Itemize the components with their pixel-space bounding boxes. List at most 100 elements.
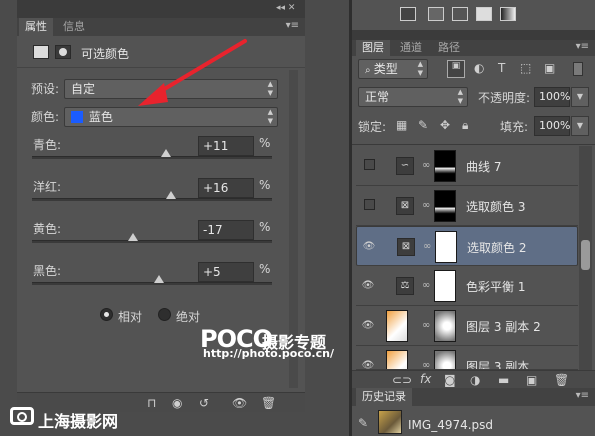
- color-balance-icon[interactable]: [452, 7, 468, 21]
- slider-thumb[interactable]: [161, 149, 171, 157]
- clip-to-layer-icon[interactable]: ⊓: [147, 396, 156, 410]
- layer-mask-thumbnail: [434, 310, 456, 342]
- slider-thumb[interactable]: [166, 191, 176, 199]
- visibility-toggle[interactable]: [364, 159, 375, 170]
- adjustment-title: 可选颜色: [81, 47, 130, 61]
- tab-paths[interactable]: 路径: [432, 40, 466, 56]
- link-icon: ∞: [422, 160, 431, 171]
- visibility-eye-icon[interactable]: 👁: [232, 396, 247, 410]
- tab-channels[interactable]: 通道: [394, 40, 428, 56]
- slider-thumb[interactable]: [128, 233, 138, 241]
- slider-label: 黄色:: [33, 222, 62, 236]
- slider-track[interactable]: [32, 282, 272, 285]
- radio-relative[interactable]: [100, 308, 113, 321]
- filter-type-icon[interactable]: T: [498, 61, 505, 75]
- slider-track[interactable]: [32, 156, 272, 159]
- add-mask-icon[interactable]: ◙: [444, 373, 456, 387]
- panel-menu-icon[interactable]: ▾≡: [576, 41, 589, 52]
- slider-thumb[interactable]: [154, 275, 164, 283]
- layer-row[interactable]: ∽ ∞ 曲线 7: [356, 146, 578, 186]
- black-white-icon[interactable]: [476, 7, 492, 21]
- layer-mask-thumbnail: [435, 231, 457, 263]
- mask-icon[interactable]: [55, 45, 71, 59]
- tab-history[interactable]: 历史记录: [356, 388, 412, 406]
- link-icon: ∞: [423, 241, 432, 252]
- layer-row[interactable]: ⊠ ∞ 选取颜色 3: [356, 186, 578, 226]
- lock-image-icon[interactable]: ✎: [418, 118, 428, 132]
- layers-tabbar: 图层 通道 路径 ▾≡: [352, 40, 595, 56]
- hue-saturation-icon[interactable]: [428, 7, 444, 21]
- visibility-eye-icon[interactable]: 👁: [361, 279, 375, 293]
- lock-transparent-icon[interactable]: ▦: [396, 118, 407, 132]
- blend-mode-select[interactable]: 正常 ▲ ▼: [358, 87, 468, 107]
- preset-value: 自定: [71, 82, 96, 96]
- layer-name: 图层 3 副本: [466, 360, 530, 370]
- slider-value-field[interactable]: +11: [198, 136, 254, 156]
- fill-field[interactable]: 100%: [534, 116, 570, 136]
- slider-value-field[interactable]: +5: [198, 262, 254, 282]
- link-icon: ∞: [422, 360, 431, 370]
- visibility-eye-icon[interactable]: 👁: [362, 240, 376, 254]
- slider-track[interactable]: [32, 198, 272, 201]
- gradient-map-icon[interactable]: [500, 7, 516, 21]
- filter-adjustment-icon[interactable]: ◐: [474, 61, 484, 75]
- layers-list-separator: [352, 144, 595, 145]
- new-group-icon[interactable]: ▬: [498, 373, 509, 387]
- fill-dropdown-icon[interactable]: ▼: [571, 116, 589, 136]
- visibility-eye-icon[interactable]: 👁: [361, 319, 375, 333]
- slider-value-field[interactable]: +16: [198, 178, 254, 198]
- slider-label: 黑色:: [33, 264, 62, 278]
- layer-row[interactable]: 👁 ∞ 图层 3 副本: [356, 346, 578, 370]
- slider-value-field[interactable]: -17: [198, 220, 254, 240]
- selective-color-icon: ⊠: [397, 238, 415, 256]
- search-icon: ⌕: [365, 65, 374, 76]
- filter-smart-object-icon[interactable]: ▣: [544, 61, 555, 75]
- layer-row[interactable]: 👁 ⚖ ∞ 色彩平衡 1: [356, 266, 578, 306]
- panel-menu-icon[interactable]: ▾≡: [576, 390, 589, 401]
- filter-shape-icon[interactable]: ⬚: [520, 61, 531, 75]
- selective-color-icon: ⊠: [396, 197, 414, 215]
- history-brush-icon[interactable]: ✎: [358, 416, 368, 430]
- new-adjustment-icon[interactable]: ◑: [470, 373, 480, 387]
- filter-toggle[interactable]: [573, 62, 583, 76]
- layer-name: 选取颜色 2: [467, 241, 527, 255]
- collapse-icon[interactable]: ◂◂ ✕: [276, 3, 295, 13]
- layer-name: 色彩平衡 1: [466, 280, 526, 294]
- layer-row[interactable]: 👁 ⊠ ∞ 选取颜色 2: [356, 226, 578, 266]
- layers-scroll-thumb[interactable]: [581, 240, 590, 270]
- blend-mode-value: 正常: [365, 90, 390, 104]
- layer-row[interactable]: 👁 ∞ 图层 3 副本 2: [356, 306, 578, 346]
- history-item[interactable]: IMG_4974.psd: [408, 418, 493, 432]
- select-arrows-icon: ▲ ▼: [267, 108, 273, 125]
- new-layer-icon[interactable]: ▣: [526, 373, 537, 387]
- delete-trash-icon[interactable]: 🗑: [261, 396, 276, 410]
- visibility-toggle[interactable]: [364, 199, 375, 210]
- lock-position-icon[interactable]: ✥: [440, 118, 450, 132]
- layer-name: 曲线 7: [466, 160, 502, 174]
- visibility-eye-icon[interactable]: 👁: [361, 359, 375, 369]
- slider-track[interactable]: [32, 240, 272, 243]
- layers-bottom-toolbar: ⊂⊃ fx ◙ ◑ ▬ ▣ 🗑: [352, 370, 595, 388]
- vibrance-icon[interactable]: [400, 7, 416, 21]
- panel-menu-icon[interactable]: ▾≡: [286, 20, 299, 31]
- link-layers-icon[interactable]: ⊂⊃: [392, 373, 412, 387]
- poco-url: http://photo.poco.cn/: [203, 347, 334, 360]
- tab-properties[interactable]: 属性: [19, 18, 53, 36]
- radio-absolute-label: 绝对: [176, 310, 201, 324]
- tab-layers[interactable]: 图层: [356, 40, 390, 56]
- lock-label: 锁定:: [358, 120, 387, 134]
- layer-name: 图层 3 副本 2: [466, 320, 541, 334]
- tab-info[interactable]: 信息: [57, 18, 91, 36]
- fx-icon[interactable]: fx: [420, 372, 431, 386]
- adjustments-strip: [352, 0, 595, 30]
- filter-pixel-icon[interactable]: ▣: [447, 60, 465, 78]
- layers-scrollbar[interactable]: [579, 146, 592, 372]
- radio-absolute[interactable]: [158, 308, 171, 321]
- reset-icon[interactable]: ↺: [199, 396, 209, 410]
- delete-layer-icon[interactable]: 🗑: [554, 373, 569, 387]
- lock-all-icon[interactable]: 🔒︎: [462, 118, 468, 133]
- opacity-dropdown-icon[interactable]: ▼: [571, 87, 589, 107]
- view-previous-icon[interactable]: ◉: [172, 396, 182, 410]
- opacity-field[interactable]: 100%: [534, 87, 570, 107]
- kind-filter-select[interactable]: ⌕ 类型 ▲ ▼: [358, 59, 428, 79]
